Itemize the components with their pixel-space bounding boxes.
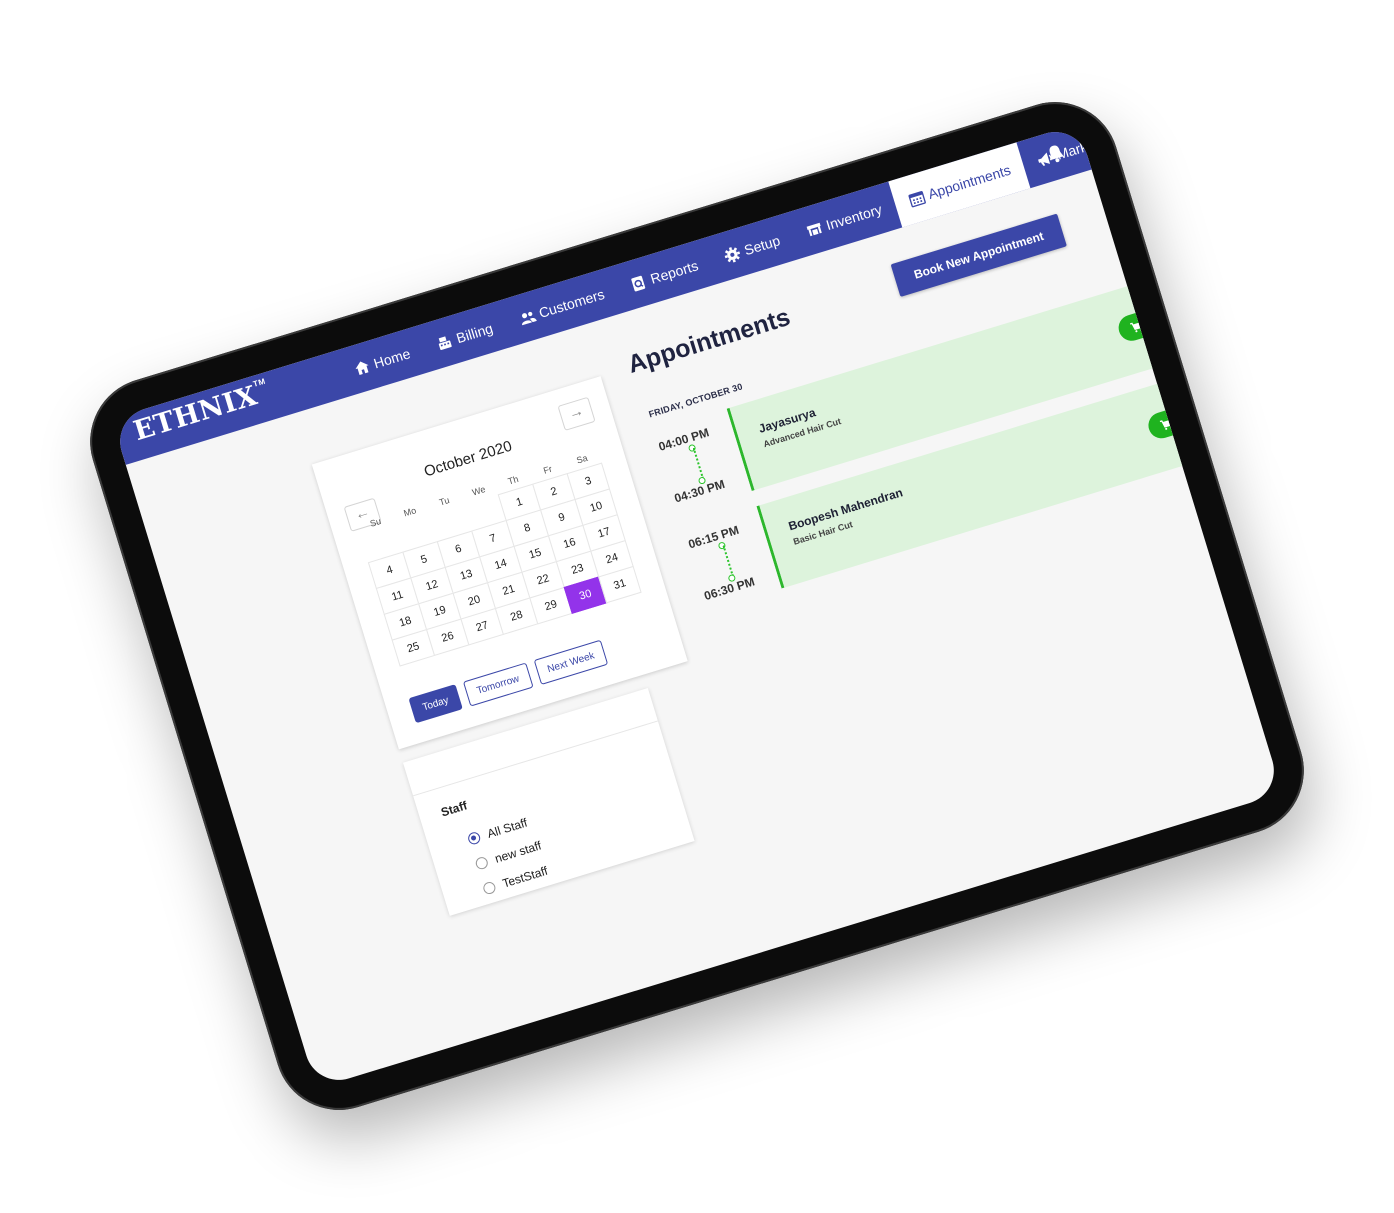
next-week-button[interactable]: Next Week: [533, 639, 609, 686]
brand-logo[interactable]: ETHNIXTM: [130, 377, 273, 448]
nav-label: Billing: [454, 320, 495, 347]
nav-label: Customers: [536, 285, 607, 321]
today-button[interactable]: Today: [408, 684, 463, 724]
radio-button[interactable]: [474, 855, 490, 871]
trademark: TM: [252, 376, 267, 389]
nav-label: Setup: [742, 232, 782, 259]
nav-label: Reports: [648, 257, 701, 287]
checkout-button[interactable]: Checkout: [1145, 389, 1241, 442]
nav-label: Inventory: [824, 201, 884, 234]
page-title: Appointments: [624, 302, 794, 379]
appointment-start-time: 04:00 PM: [656, 425, 711, 454]
nav-item-home[interactable]: Home: [334, 326, 431, 397]
book-new-appointment-button[interactable]: Book New Appointment: [890, 213, 1067, 297]
nav-item-appointments[interactable]: Appointments: [887, 142, 1031, 228]
timeline-connector: [692, 447, 704, 479]
staff-option-label: TestStaff: [500, 863, 550, 891]
home-icon: [355, 360, 369, 375]
radio-button[interactable]: [466, 830, 482, 846]
app-screen: ETHNIXTM Home Billing Customers Reports: [111, 123, 1283, 1089]
tablet-device: ETHNIXTM Home Billing Customers Reports: [74, 86, 1320, 1126]
calendar-icon: [907, 190, 926, 207]
checkout-button[interactable]: Checkout: [1115, 292, 1211, 345]
cash-register-icon: [438, 335, 452, 350]
nav-label: Home: [371, 345, 413, 372]
nav-item-marketing[interactable]: Marketing: [1017, 124, 1137, 189]
gear-icon: [724, 246, 741, 262]
staff-title: Staff: [439, 798, 469, 820]
users-icon: [521, 311, 537, 325]
nav-item-inventory[interactable]: Inventory: [786, 182, 902, 259]
brand-logo-text: ETHNIX: [130, 380, 262, 448]
checkout-label: Checkout: [1175, 399, 1228, 427]
cart-icon: [1129, 321, 1143, 332]
status-badge: BOOKED: [1161, 377, 1217, 407]
report-search-icon: [631, 275, 646, 291]
nav-item-customers[interactable]: Customers: [499, 266, 625, 346]
nav-item-reports[interactable]: Reports: [610, 238, 718, 313]
staff-radio-group: All Staff new staff TestStaff: [465, 808, 553, 902]
nav-label: Appointments: [926, 161, 1013, 203]
nav-item-billing[interactable]: Billing: [416, 301, 513, 372]
nav-item-setup[interactable]: Setup: [704, 213, 800, 284]
radio-button[interactable]: [481, 880, 497, 896]
checkout-label: Checkout: [1146, 302, 1198, 329]
status-badge: BOOKED: [1131, 279, 1187, 309]
cart-icon: [1159, 418, 1172, 430]
timeline-connector: [722, 545, 734, 577]
shop-icon: [806, 222, 822, 236]
appointment-start-time: 06:15 PM: [686, 522, 741, 552]
tomorrow-button[interactable]: Tomorrow: [462, 662, 534, 707]
